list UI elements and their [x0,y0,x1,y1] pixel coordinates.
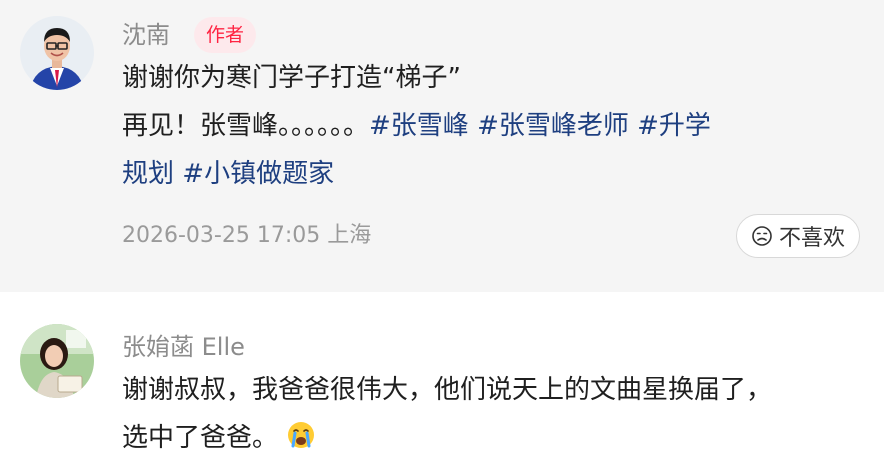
avatar[interactable] [20,16,94,90]
avatar[interactable] [20,324,94,398]
comment-text: 选中了爸爸。 [122,423,279,453]
comment-meta: 2026-03-25 17:05 上海 [122,221,371,251]
hashtag-link[interactable]: #张雪峰老师 [477,111,629,141]
comment-location: 上海 [327,223,372,248]
frown-face-icon [752,226,772,246]
hashtag-link[interactable]: 规划 [122,159,174,189]
comment-author-name[interactable]: 张姢菡 Elle [122,332,245,362]
avatar-image [20,16,94,90]
crying-face-icon [288,422,315,448]
dislike-button[interactable]: 不喜欢 [736,214,860,258]
author-badge: 作者 [194,17,257,53]
comment-text-line: 谢谢叔叔，我爸爸很伟大，他们说天上的文曲星换届了， [122,375,773,405]
comment-author: 沈南 作者 谢谢你为寒门学子打造“梯子” 再见！张雪峰。。。。。。#张雪峰 #张… [0,0,884,292]
comment-timestamp: 2026-03-25 17:05 [122,223,321,248]
comment-text-line: 再见！张雪峰。。。。。。#张雪峰 #张雪峰老师 #升学 [122,103,711,149]
comment-text-line: 规划 #小镇做题家 [122,151,334,197]
comment-text-line: 谢谢你为寒门学子打造“梯子” [122,63,461,93]
hashtag-link[interactable]: #小镇做题家 [182,159,334,189]
comment: 张姢菡 Elle 谢谢叔叔，我爸爸很伟大，他们说天上的文曲星换届了， 选中了爸爸… [0,292,884,462]
avatar-image [20,324,94,398]
comment-author-name[interactable]: 沈南 [122,20,170,50]
comment-text: 再见！张雪峰。。。。。。 [122,111,370,141]
hashtag-link[interactable]: #升学 [637,111,711,141]
hashtag-link[interactable]: #张雪峰 [369,111,469,141]
comment-text-line: 选中了爸爸。 [122,415,316,461]
dislike-label: 不喜欢 [778,226,845,251]
